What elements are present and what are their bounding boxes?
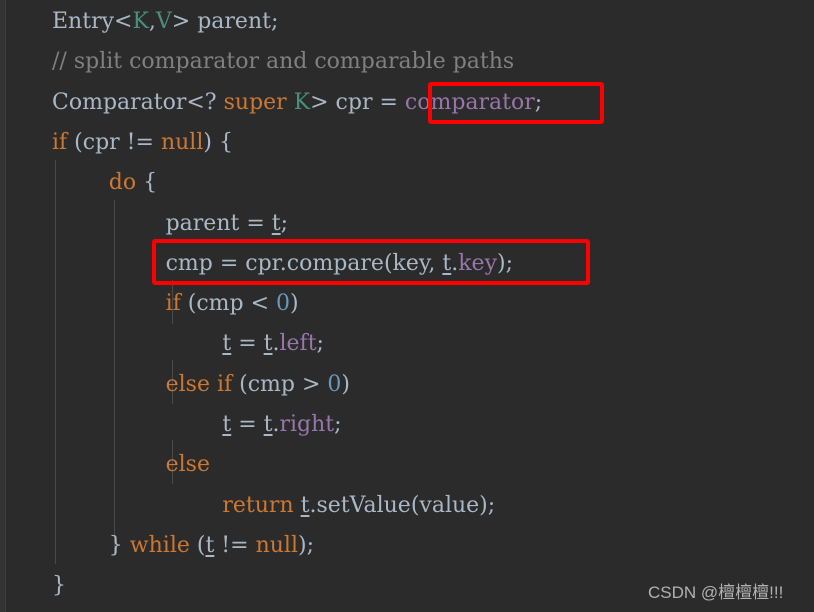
code-token-punct: . xyxy=(272,412,280,437)
code-line[interactable]: return t.setValue(value); xyxy=(222,486,495,526)
code-token-plain: > cpr = xyxy=(310,89,405,115)
code-token-plain: (cmp > xyxy=(232,371,328,397)
code-line[interactable]: Entry<K,V> parent; xyxy=(52,2,278,42)
code-token-plain: ); xyxy=(298,532,314,558)
code-token-keyword: null xyxy=(255,532,298,558)
code-token-punct: . xyxy=(272,331,280,357)
code-token-plain: cmp = cpr.compare(key, xyxy=(165,250,443,276)
code-token-keyword: else xyxy=(165,452,210,478)
code-line[interactable]: if (cmp < 0) xyxy=(166,284,299,324)
code-line[interactable]: else xyxy=(166,445,210,485)
code-token-generic: K xyxy=(293,89,311,115)
code-token-plain: } xyxy=(108,532,130,558)
code-line[interactable]: if (cpr != null) { xyxy=(52,123,233,163)
code-token-local: t xyxy=(263,331,273,357)
code-line[interactable]: // split comparator and comparable paths xyxy=(52,42,514,82)
code-line[interactable]: parent = t; xyxy=(166,204,288,244)
code-token-punct: ; xyxy=(534,89,543,115)
code-token-plain: != xyxy=(214,532,256,558)
code-token-local: t xyxy=(442,250,452,276)
code-token-plain: = xyxy=(231,331,264,357)
code-token-comment: // split comparator and comparable paths xyxy=(52,49,515,75)
code-line[interactable]: t = t.right; xyxy=(222,405,341,445)
code-token-field: key xyxy=(458,250,497,276)
code-token-keyword: null xyxy=(160,129,204,155)
code-token-plain: ) xyxy=(290,291,299,317)
code-token-local: t xyxy=(205,532,215,558)
code-line[interactable]: else if (cmp > 0) xyxy=(166,365,350,405)
code-token-local: t xyxy=(271,210,281,236)
code-token-plain: (cmp < xyxy=(180,291,277,317)
code-line[interactable]: Comparator<? super K> cpr = comparator; xyxy=(52,83,542,123)
code-token-number: 0 xyxy=(327,371,342,397)
code-token-punct: <? xyxy=(186,89,224,115)
code-token-punct: ); xyxy=(497,250,513,276)
code-token-punct: ; xyxy=(334,412,342,437)
code-token-plain: (cpr != xyxy=(67,129,161,155)
code-token-field: comparator xyxy=(404,89,535,115)
code-token-type: Comparator xyxy=(52,89,187,115)
code-token-keyword: while xyxy=(129,532,190,558)
code-token-generic: K xyxy=(132,9,149,34)
code-token-keyword: if xyxy=(165,291,181,317)
code-token-keyword: else if xyxy=(165,371,233,397)
code-token-local: t xyxy=(263,412,273,437)
code-token-plain: ) xyxy=(341,371,350,397)
code-line[interactable]: } xyxy=(52,566,66,606)
code-token-keyword: if xyxy=(52,129,68,155)
code-token-punct: < xyxy=(114,9,133,34)
code-editor-screenshot: Entry<K,V> parent;// split comparator an… xyxy=(0,0,814,612)
code-token-local: t xyxy=(222,331,232,357)
code-token-plain: > parent; xyxy=(171,9,279,34)
csdn-watermark: CSDN @檀檀檀!!! xyxy=(648,583,784,602)
code-line[interactable]: do { xyxy=(109,163,157,203)
code-token-keyword: do xyxy=(108,170,137,196)
code-token-plain: ) { xyxy=(203,129,233,155)
code-token-plain: { xyxy=(136,170,158,196)
code-token-field: right xyxy=(279,412,335,437)
code-token-plain: = xyxy=(231,412,264,437)
code-token-generic: V xyxy=(155,9,172,34)
code-block: Entry<K,V> parent;// split comparator an… xyxy=(0,0,814,612)
code-token-plain: parent = xyxy=(165,210,272,236)
code-token-field: left xyxy=(279,331,317,357)
code-line[interactable]: cmp = cpr.compare(key, t.key); xyxy=(166,244,513,284)
code-token-punct: ; xyxy=(316,331,324,357)
code-line[interactable]: t = t.left; xyxy=(222,324,324,364)
code-token-keyword: super xyxy=(223,89,287,115)
code-token-punct: , xyxy=(148,9,156,34)
code-token-punct: ; xyxy=(280,210,289,236)
code-token-plain: ( xyxy=(189,532,206,558)
code-token-local: t xyxy=(222,412,232,437)
code-line[interactable]: } while (t != null); xyxy=(109,526,314,566)
code-token-keyword: return xyxy=(222,492,294,518)
code-token-plain: } xyxy=(52,573,66,599)
code-token-type: Entry xyxy=(52,9,115,34)
code-token-number: 0 xyxy=(276,291,291,317)
code-token-plain: .setValue(value); xyxy=(309,492,496,518)
